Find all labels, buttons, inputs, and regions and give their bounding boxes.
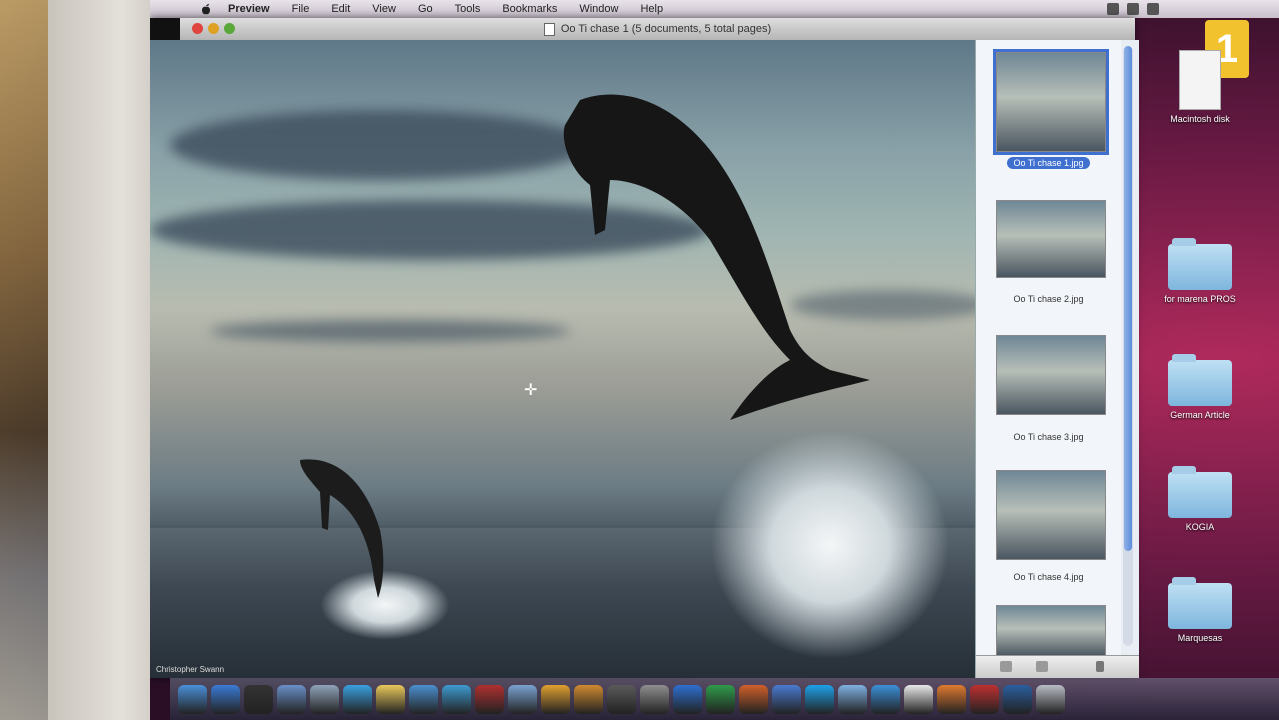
word-icon[interactable] bbox=[673, 684, 702, 714]
window-titlebar[interactable]: Oo Ti chase 1 (5 documents, 5 total page… bbox=[180, 18, 1135, 40]
large-dolphin bbox=[563, 94, 870, 420]
screen: Preview File Edit View Go Tools Bookmark… bbox=[150, 0, 1279, 720]
sidebar-footer bbox=[976, 655, 1139, 678]
thumbnail-list: Oo Ti chase 1.jpg Oo Ti chase 2.jpg Oo T… bbox=[976, 40, 1121, 656]
thumbnail-2[interactable] bbox=[996, 200, 1106, 278]
menu-tools[interactable]: Tools bbox=[455, 3, 481, 15]
globe-icon[interactable] bbox=[871, 684, 900, 714]
menu-help[interactable]: Help bbox=[640, 3, 663, 15]
desktop-item-folder[interactable]: German Article bbox=[1150, 354, 1250, 420]
photoshop-icon[interactable] bbox=[1003, 684, 1032, 714]
volume-icon[interactable] bbox=[1147, 3, 1159, 15]
thumbnail-label[interactable]: Oo Ti chase 2.jpg bbox=[976, 294, 1121, 304]
menu-file[interactable]: File bbox=[292, 3, 310, 15]
ichat-icon[interactable] bbox=[343, 684, 372, 714]
iphoto-icon[interactable] bbox=[508, 684, 537, 714]
menu-go[interactable]: Go bbox=[418, 3, 433, 15]
thumbnail-label[interactable]: Oo Ti chase 4.jpg bbox=[976, 572, 1121, 582]
dock bbox=[170, 678, 1279, 720]
trash-icon[interactable] bbox=[1036, 684, 1065, 714]
star-icon[interactable] bbox=[541, 684, 570, 714]
desktop-item-folder[interactable]: KOGIA bbox=[1150, 466, 1250, 532]
apple-menu-icon[interactable] bbox=[200, 3, 212, 15]
thumbnail-1[interactable] bbox=[993, 49, 1109, 155]
menu-bookmarks[interactable]: Bookmarks bbox=[502, 3, 557, 15]
sidebar-options-icon[interactable] bbox=[1036, 661, 1048, 672]
garageband-icon[interactable] bbox=[574, 684, 603, 714]
document-icon bbox=[543, 22, 555, 36]
desktop-item-folder[interactable]: Marquesas bbox=[1150, 577, 1250, 643]
folder-icon bbox=[1168, 354, 1232, 406]
excel-icon[interactable] bbox=[706, 684, 735, 714]
desktop-item-macintosh-disk[interactable]: Macintosh disk bbox=[1150, 50, 1250, 124]
sidebar-scrollbar[interactable] bbox=[1123, 46, 1133, 646]
address-book-icon[interactable] bbox=[277, 684, 306, 714]
thumbnail-label[interactable]: Oo Ti chase 1.jpg bbox=[976, 157, 1121, 169]
dolphin-silhouettes bbox=[300, 94, 870, 598]
folder-icon bbox=[1168, 577, 1232, 629]
preview-window: Oo Ti chase 1 (5 documents, 5 total page… bbox=[150, 18, 1139, 678]
battery-icon[interactable] bbox=[1127, 3, 1139, 15]
scrollbar-thumb[interactable] bbox=[1124, 46, 1132, 551]
itunes-icon[interactable] bbox=[442, 684, 471, 714]
safari-icon[interactable] bbox=[211, 684, 240, 714]
crosshair-cursor: ✛ bbox=[524, 382, 538, 399]
menu-window[interactable]: Window bbox=[579, 3, 618, 15]
desktop-item-label: Macintosh disk bbox=[1170, 114, 1230, 124]
folder-icon bbox=[1168, 466, 1232, 518]
finder-icon[interactable] bbox=[178, 684, 207, 714]
desktop-item-label: KOGIA bbox=[1185, 522, 1215, 532]
thumbnail-4[interactable] bbox=[996, 470, 1106, 560]
dashboard-icon[interactable] bbox=[244, 684, 273, 714]
preview-icon[interactable] bbox=[409, 684, 438, 714]
desktop-item-label: German Article bbox=[1170, 410, 1230, 420]
minimize-button[interactable] bbox=[208, 23, 219, 34]
time-machine-icon[interactable] bbox=[607, 684, 636, 714]
desktop-item-label: Marquesas bbox=[1177, 633, 1223, 643]
resize-handle-icon[interactable] bbox=[1096, 661, 1104, 672]
sidebar-view-icon[interactable] bbox=[1000, 661, 1012, 672]
entourage-icon[interactable] bbox=[772, 684, 801, 714]
small-dolphin bbox=[300, 459, 384, 598]
document-icon[interactable] bbox=[904, 684, 933, 714]
folder-icon[interactable] bbox=[838, 684, 867, 714]
thumbnail-3[interactable] bbox=[996, 335, 1106, 415]
photo-booth-icon[interactable] bbox=[475, 684, 504, 714]
wifi-icon[interactable] bbox=[1107, 3, 1119, 15]
notes-icon[interactable] bbox=[376, 684, 405, 714]
thumbnail-5[interactable] bbox=[996, 605, 1106, 656]
skype-icon[interactable] bbox=[805, 684, 834, 714]
spaces-icon[interactable] bbox=[640, 684, 669, 714]
dolphin-photo[interactable]: ✛ Christopher Swann bbox=[150, 40, 980, 678]
menu-app-name[interactable]: Preview bbox=[228, 3, 270, 15]
thumbnail-label[interactable]: Oo Ti chase 3.jpg bbox=[976, 432, 1121, 442]
menu-edit[interactable]: Edit bbox=[331, 3, 350, 15]
system-prefs-icon[interactable] bbox=[310, 684, 339, 714]
zoom-button[interactable] bbox=[224, 23, 235, 34]
thumbnail-sidebar: Oo Ti chase 1.jpg Oo Ti chase 2.jpg Oo T… bbox=[975, 40, 1139, 678]
menu-bar: Preview File Edit View Go Tools Bookmark… bbox=[150, 0, 1279, 18]
status-menus bbox=[1107, 3, 1159, 15]
close-button[interactable] bbox=[192, 23, 203, 34]
menu-view[interactable]: View bbox=[372, 3, 396, 15]
window-title: Oo Ti chase 1 (5 documents, 5 total page… bbox=[560, 23, 772, 35]
desktop-item-folder[interactable]: for marena PROS bbox=[1150, 238, 1250, 304]
folder-icon bbox=[1168, 238, 1232, 290]
photo-credit: Christopher Swann bbox=[156, 665, 225, 674]
desktop-item-label: for marena PROS bbox=[1164, 294, 1236, 304]
firefox-icon[interactable] bbox=[937, 684, 966, 714]
document-icon bbox=[1179, 50, 1221, 110]
powerpoint-icon[interactable] bbox=[739, 684, 768, 714]
flash-icon[interactable] bbox=[970, 684, 999, 714]
window-controls bbox=[192, 23, 235, 34]
